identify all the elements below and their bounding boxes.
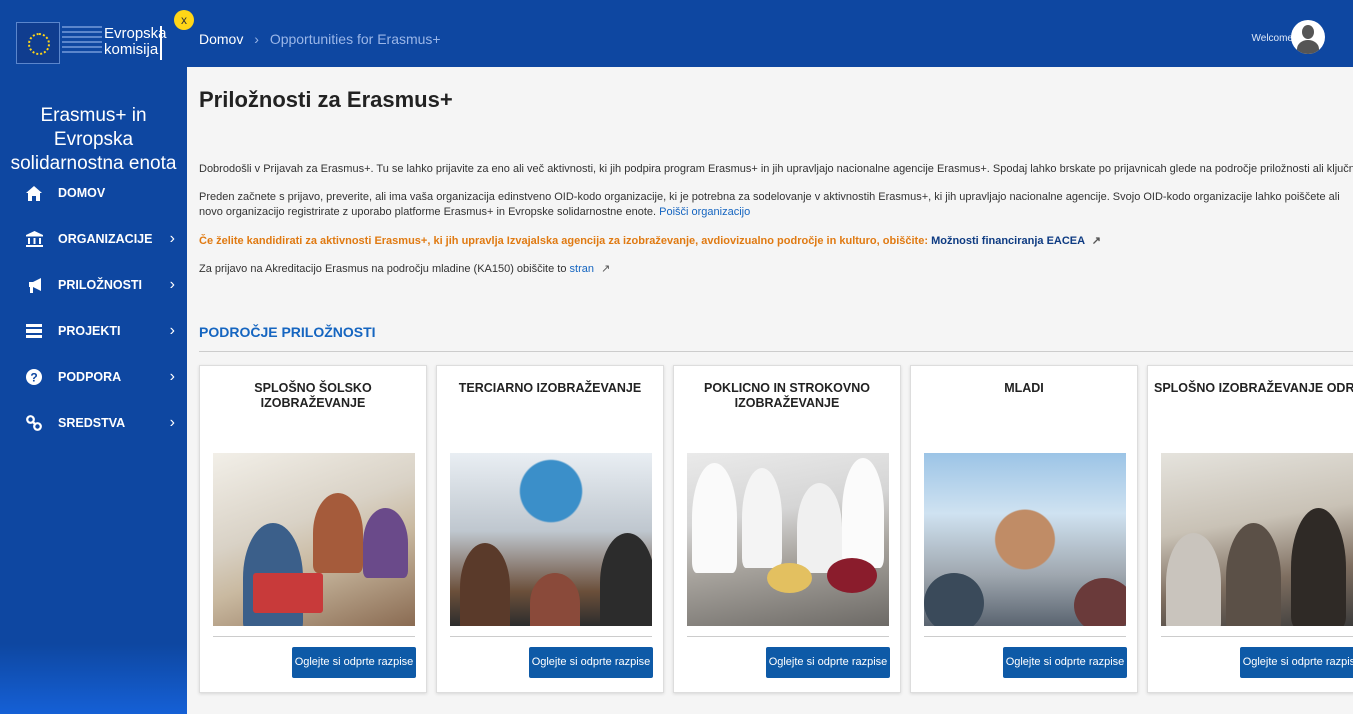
section-title: PODROČJE PRILOŽNOSTI xyxy=(199,324,376,340)
main-content: Priložnosti za Erasmus+ Dobrodošli v Pri… xyxy=(187,67,1353,714)
sidebar-item-label: PROJEKTI xyxy=(58,324,121,338)
ka150-page-link[interactable]: stran xyxy=(570,263,594,275)
sidebar-bottom-shade xyxy=(0,644,187,714)
card-divider xyxy=(924,636,1126,637)
card-divider xyxy=(213,636,415,637)
opportunity-card-youth: MLADI Oglejte si odprte razpise xyxy=(910,365,1138,693)
card-title: POKLICNO IN STROKOVNO IZOBRAŽEVANJE xyxy=(704,381,870,410)
opportunity-card-higher-education: TERCIARNO IZOBRAŽEVANJE Oglejte si odprt… xyxy=(436,365,664,693)
breadcrumb-separator: › xyxy=(254,31,259,47)
megaphone-icon xyxy=(22,276,46,294)
external-link-icon: ↗ xyxy=(1091,235,1101,247)
link-icon xyxy=(22,414,46,432)
breadcrumb-home-link[interactable]: Domov xyxy=(199,31,243,47)
sidebar-item-podpora[interactable]: ? PODPORA › xyxy=(0,354,187,400)
chevron-right-icon: › xyxy=(169,322,175,339)
card-title: TERCIARNO IZOBRAŽEVANJE xyxy=(458,381,642,395)
oid-paragraph: Preden začnete s prijavo, preverite, ali… xyxy=(199,190,1353,220)
help-icon: ? xyxy=(22,368,46,386)
higher-education-image xyxy=(450,453,652,626)
page-title: Priložnosti za Erasmus+ xyxy=(199,87,453,112)
view-open-calls-button[interactable]: Oglejte si odprte razpise xyxy=(1240,647,1353,678)
user-avatar-icon[interactable] xyxy=(1291,20,1325,54)
chevron-right-icon: › xyxy=(169,368,175,385)
ka150-paragraph: Za prijavo na Akreditacijo Erasmus na po… xyxy=(199,262,1353,277)
sidebar-nav: DOMOV ORGANIZACIJE › PRILOŽNOSTI › PROJE… xyxy=(0,170,187,446)
sidebar-item-sredstva[interactable]: SREDSTVA › xyxy=(0,400,187,446)
sidebar-item-label: DOMOV xyxy=(58,186,106,200)
sidebar-item-label: SREDSTVA xyxy=(58,416,126,430)
chevron-right-icon: › xyxy=(169,230,175,247)
view-open-calls-button[interactable]: Oglejte si odprte razpise xyxy=(292,647,416,678)
view-open-calls-button[interactable]: Oglejte si odprte razpise xyxy=(529,647,653,678)
school-education-image xyxy=(213,453,415,626)
logo-divider xyxy=(160,26,162,60)
oid-paragraph-text: Preden začnete s prijavo, preverite, ali… xyxy=(199,191,1340,218)
eacea-paragraph: Če želite kandidirati za aktivnosti Eras… xyxy=(199,234,1353,249)
institution-icon xyxy=(22,230,46,248)
ec-logo[interactable]: Evropska komisija xyxy=(0,0,187,86)
logo-lines-decoration xyxy=(62,26,102,66)
sidebar: Evropska komisija x Erasmus+ in Evropska… xyxy=(0,0,194,714)
breadcrumb-current: Opportunities for Erasmus+ xyxy=(269,31,441,47)
card-divider xyxy=(450,636,652,637)
projects-icon xyxy=(22,322,46,340)
card-title: SPLOŠNO IZOBRAŽEVANJE ODRASLIH xyxy=(1154,381,1353,395)
sidebar-item-label: ORGANIZACIJE xyxy=(58,232,153,246)
sidebar-item-organizacije[interactable]: ORGANIZACIJE › xyxy=(0,216,187,262)
card-title: SPLOŠNO ŠOLSKO IZOBRAŽEVANJE xyxy=(254,381,372,410)
card-divider xyxy=(687,636,889,637)
sidebar-item-label: PODPORA xyxy=(58,370,122,384)
close-button[interactable]: x xyxy=(174,10,194,30)
logo-text-line-1: Evropska xyxy=(104,25,167,42)
section-divider xyxy=(199,351,1353,352)
chevron-right-icon: › xyxy=(169,414,175,431)
home-icon xyxy=(22,184,46,202)
eu-flag-icon xyxy=(16,22,60,64)
sidebar-item-domov[interactable]: DOMOV xyxy=(0,170,187,216)
logo-text: Evropska komisija xyxy=(104,26,167,58)
youth-image xyxy=(924,453,1126,626)
opportunity-card-adult-education: SPLOŠNO IZOBRAŽEVANJE ODRASLIH Oglejte s… xyxy=(1147,365,1353,693)
view-open-calls-button[interactable]: Oglejte si odprte razpise xyxy=(766,647,890,678)
welcome-text: Welcome xyxy=(1251,33,1294,44)
eacea-funding-link[interactable]: Možnosti financiranja EACEA xyxy=(931,235,1085,247)
view-open-calls-button[interactable]: Oglejte si odprte razpise xyxy=(1003,647,1127,678)
top-bar: Domov › Opportunities for Erasmus+ Welco… xyxy=(187,0,1353,67)
eacea-paragraph-text: Če želite kandidirati za aktivnosti Eras… xyxy=(199,235,928,247)
sidebar-item-label: PRILOŽNOSTI xyxy=(58,278,143,292)
sidebar-item-projekti[interactable]: PROJEKTI › xyxy=(0,308,187,354)
svg-text:?: ? xyxy=(30,371,37,385)
ka150-paragraph-text: Za prijavo na Akreditacijo Erasmus na po… xyxy=(199,263,567,275)
opportunity-card-vet: POKLICNO IN STROKOVNO IZOBRAŽEVANJE Ogle… xyxy=(673,365,901,693)
breadcrumb: Domov › Opportunities for Erasmus+ xyxy=(199,31,441,47)
intro-paragraph: Dobrodošli v Prijavah za Erasmus+. Tu se… xyxy=(199,163,1353,175)
sidebar-item-priloznosti[interactable]: PRILOŽNOSTI › xyxy=(0,262,187,308)
card-title: MLADI xyxy=(1004,381,1044,395)
chevron-right-icon: › xyxy=(169,276,175,293)
card-divider xyxy=(1161,636,1353,637)
opportunity-card-school: SPLOŠNO ŠOLSKO IZOBRAŽEVANJE Oglejte si … xyxy=(199,365,427,693)
adult-education-image xyxy=(1161,453,1353,626)
external-link-icon: ↗ xyxy=(601,263,611,275)
vocational-training-image xyxy=(687,453,889,626)
find-organisation-link[interactable]: Poišči organizacijo xyxy=(659,206,750,218)
logo-text-line-2: komisija xyxy=(104,41,159,58)
